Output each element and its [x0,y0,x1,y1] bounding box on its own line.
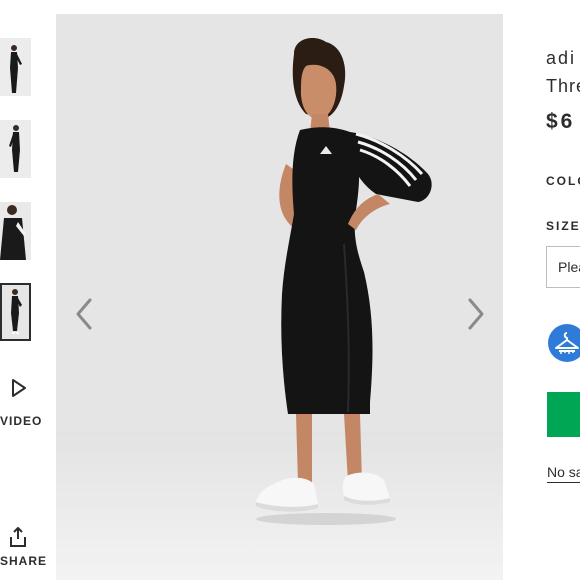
product-name: Thre [546,76,580,96]
size-label: SIZE [546,219,580,233]
add-to-bag-button[interactable] [547,392,580,437]
hanger-icon[interactable] [547,323,580,363]
share-icon [10,527,26,547]
chevron-left-icon[interactable] [70,294,100,334]
colour-label: COLO [546,174,580,188]
thumbnail-4[interactable] [0,283,31,341]
product-price: $6 [546,110,576,133]
thumbnail-2[interactable] [0,120,31,178]
product-brand: adi [546,48,577,68]
main-product-image [56,14,503,580]
video-label: VIDEO [0,414,43,428]
play-icon [12,379,26,397]
save-link[interactable]: No sa [547,464,580,483]
share-label: SHARE [0,554,48,568]
size-select[interactable]: Plea [546,246,580,288]
thumbnail-3[interactable] [0,202,31,260]
thumbnail-1[interactable] [0,38,31,96]
product-photo [56,14,503,580]
chevron-right-icon[interactable] [460,294,490,334]
